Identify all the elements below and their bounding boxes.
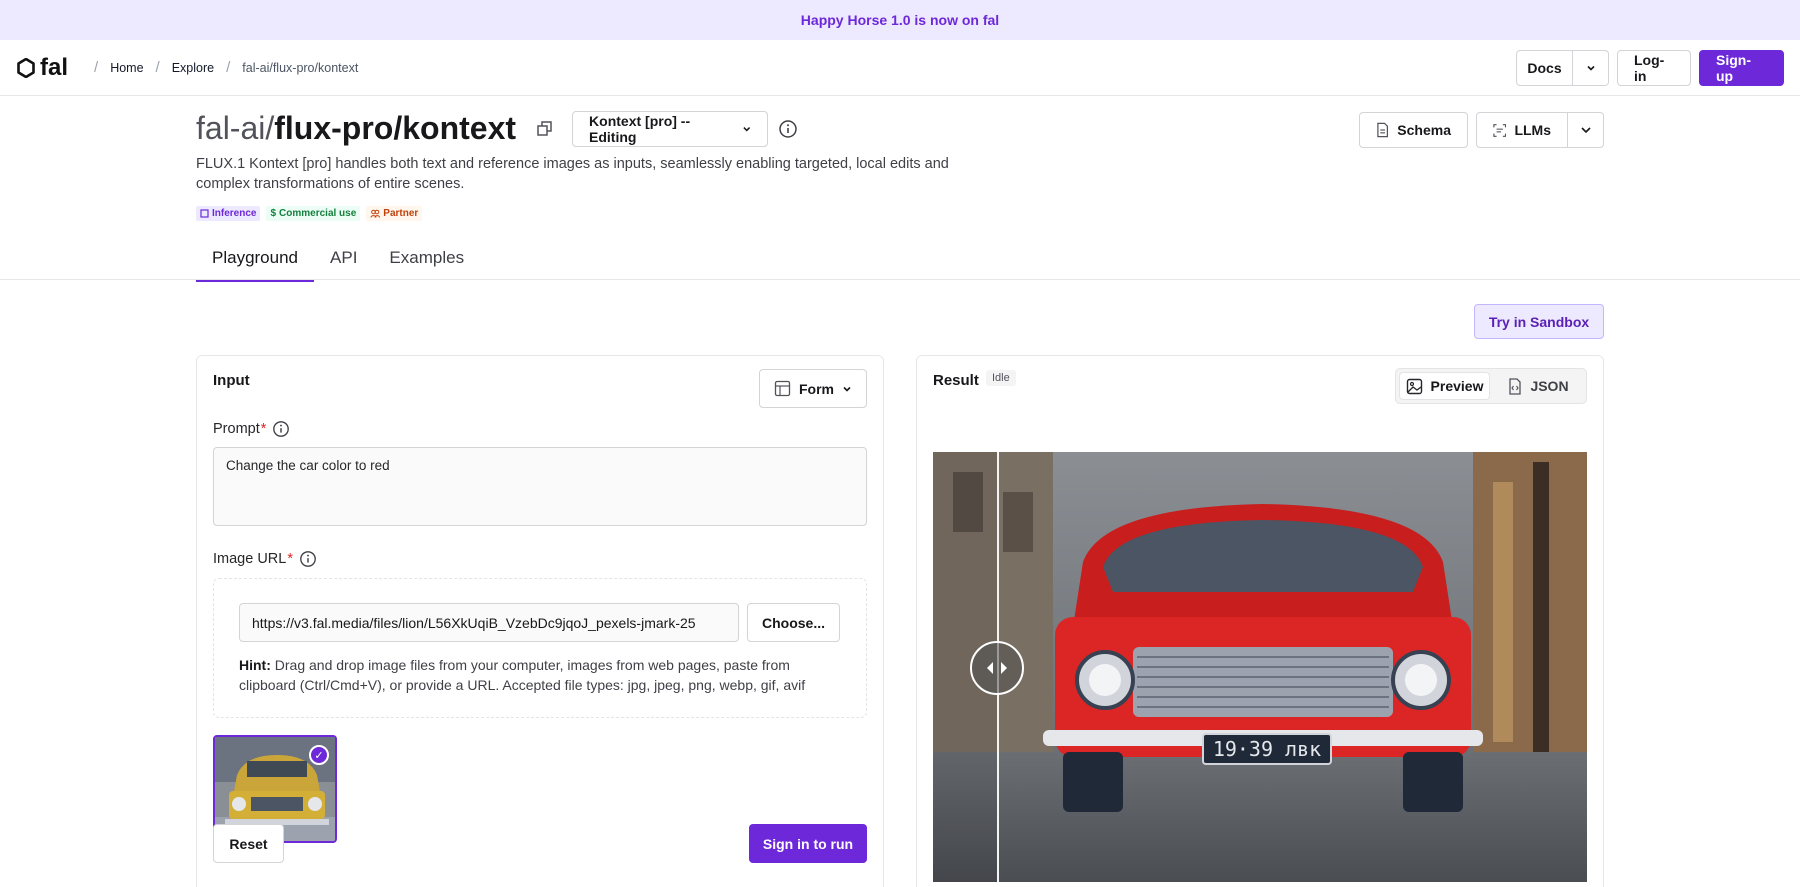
view-toggle: Preview JSON [1395, 368, 1587, 404]
result-panel: Result Idle Preview JSON 19·39 лвк [916, 355, 1604, 887]
json-tab[interactable]: JSON [1494, 372, 1583, 400]
tab-examples[interactable]: Examples [373, 238, 480, 282]
model-name: flux-pro/kontext [274, 110, 517, 146]
tab-playground[interactable]: Playground [196, 238, 315, 282]
badge-commercial: $ Commercial use [266, 206, 361, 221]
compare-slider-handle[interactable] [970, 641, 1024, 695]
result-panel-title: Result [933, 372, 979, 389]
info-icon[interactable] [299, 550, 317, 568]
image-icon [1406, 378, 1422, 394]
badge-commercial-label: Commercial use [279, 208, 357, 219]
chevron-down-icon [1580, 127, 1591, 134]
status-badge: Idle [986, 370, 1016, 386]
prompt-label-row: Prompt * [213, 420, 290, 438]
choose-file-button[interactable]: Choose... [747, 603, 840, 642]
docs-dropdown-button[interactable] [1573, 50, 1609, 86]
badge-inference-label: Inference [212, 208, 257, 219]
variant-label: Kontext [pro] -- Editing [589, 112, 691, 145]
llms-label: LLMs [1514, 122, 1551, 138]
badge-partner-label: Partner [383, 208, 419, 219]
try-in-sandbox-button[interactable]: Try in Sandbox [1474, 304, 1604, 339]
copy-icon[interactable] [536, 120, 554, 138]
variant-select[interactable]: Kontext [pro] -- Editing [572, 110, 769, 147]
chevron-down-icon [1586, 65, 1595, 71]
arrow-right-icon [1001, 662, 1007, 674]
red-car-image: 19·39 лвк [933, 452, 1587, 882]
license-plate: 19·39 лвк [1213, 737, 1321, 761]
header-actions: Schema LLMs [1359, 112, 1604, 148]
partner-icon [370, 209, 381, 218]
tabs-divider [0, 279, 1800, 280]
model-badges: Inference $ Commercial use Partner [196, 206, 423, 221]
breadcrumb-explore[interactable]: Explore [172, 61, 214, 75]
badge-partner: Partner [366, 206, 423, 221]
prompt-textarea[interactable]: Change the car color to red [213, 447, 867, 526]
hint-text: Drag and drop image files from your comp… [239, 657, 806, 693]
dollar-icon: $ [270, 208, 277, 219]
arrow-left-icon [987, 662, 993, 674]
page-title: fal-ai/flux-pro/kontext [196, 110, 516, 147]
json-label: JSON [1530, 378, 1569, 394]
model-description: FLUX.1 Kontext [pro] handles both text a… [196, 156, 949, 192]
reset-button[interactable]: Reset [213, 824, 284, 863]
scan-text-icon [1493, 123, 1507, 137]
required-marker: * [260, 421, 267, 437]
preview-tab[interactable]: Preview [1399, 372, 1490, 400]
fal-logo-icon [17, 57, 35, 78]
announcement-banner[interactable]: Happy Horse 1.0 is now on fal [0, 0, 1800, 40]
breadcrumb-home[interactable]: Home [110, 61, 143, 75]
image-url-input[interactable]: https://v3.fal.media/files/lion/L56XkUqi… [239, 603, 739, 642]
sign-in-to-run-button[interactable]: Sign in to run [749, 824, 867, 863]
tab-api[interactable]: API [314, 238, 373, 282]
llms-button[interactable]: LLMs [1476, 112, 1568, 148]
input-panel: Input Form Prompt * Change the car color … [196, 355, 884, 887]
schema-label: Schema [1397, 122, 1451, 138]
preview-label: Preview [1430, 378, 1484, 394]
file-code-icon [1509, 377, 1522, 395]
required-marker: * [287, 551, 293, 567]
docs-group: Docs [1516, 50, 1609, 86]
title-row: fal-ai/flux-pro/kontext Kontext [pro] --… [196, 110, 798, 147]
chevron-down-icon [742, 126, 750, 131]
form-mode-label: Form [799, 380, 834, 397]
top-nav: fal / Home / Explore / fal-ai/flux-pro/k… [0, 40, 1800, 96]
prompt-label: Prompt [213, 421, 260, 437]
comparison-image[interactable]: 19·39 лвк [933, 452, 1587, 882]
breadcrumb: / Home / Explore / fal-ai/flux-pro/konte… [82, 59, 358, 76]
breadcrumb-separator: / [94, 59, 99, 76]
model-namespace: fal-ai/ [196, 110, 275, 146]
docs-button[interactable]: Docs [1516, 50, 1573, 86]
breadcrumb-separator: / [155, 59, 160, 76]
login-button[interactable]: Log-in [1617, 50, 1691, 86]
form-mode-select[interactable]: Form [759, 369, 867, 408]
info-icon[interactable] [778, 119, 798, 139]
upload-hint: Hint: Drag and drop image files from you… [239, 655, 839, 695]
document-icon [1377, 122, 1389, 138]
breadcrumb-separator: / [226, 59, 231, 76]
hint-prefix: Hint: [239, 657, 271, 673]
chevron-down-icon [843, 386, 851, 392]
schema-button[interactable]: Schema [1359, 112, 1468, 148]
logo-text: fal [40, 53, 69, 81]
badge-inference: Inference [196, 206, 261, 221]
signup-button[interactable]: Sign-up [1699, 50, 1784, 86]
breadcrumb-current[interactable]: fal-ai/flux-pro/kontext [242, 61, 358, 75]
image-url-label-row: Image URL * [213, 550, 317, 568]
image-dropzone[interactable]: https://v3.fal.media/files/lion/L56XkUqi… [213, 578, 867, 718]
banner-text[interactable]: Happy Horse 1.0 is now on fal [801, 12, 999, 28]
image-url-label: Image URL [213, 551, 287, 567]
table-icon [774, 380, 791, 397]
llms-group: LLMs [1476, 112, 1604, 148]
inference-icon [200, 209, 209, 218]
llms-dropdown-button[interactable] [1568, 112, 1604, 148]
input-panel-title: Input [213, 372, 250, 389]
check-icon: ✓ [309, 745, 329, 765]
fal-logo[interactable]: fal [16, 54, 68, 82]
info-icon[interactable] [272, 420, 290, 438]
tab-bar: Playground API Examples [196, 238, 480, 282]
nav-actions: Docs Log-in Sign-up [1516, 50, 1784, 86]
